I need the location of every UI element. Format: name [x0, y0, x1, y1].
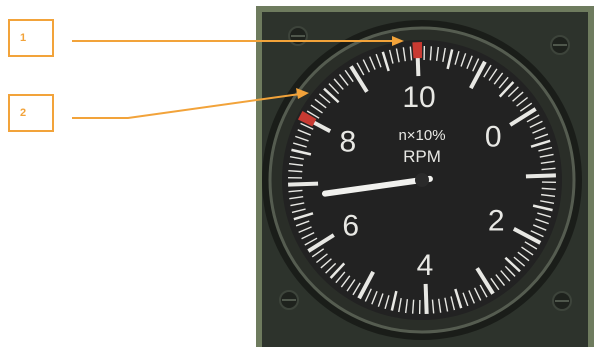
gauge-figure: 0 2 4 6 8 10 n×10% RPM: [72, 6, 594, 347]
tick-mark: [411, 299, 415, 314]
needle-hub: [415, 173, 429, 187]
gauge-caption-top: n×10%: [398, 127, 445, 144]
scale-label: 0: [485, 120, 502, 153]
scale-label: 4: [417, 249, 434, 282]
scale-label: 2: [488, 204, 505, 237]
tick-mark: [541, 187, 556, 191]
tick-mark: [429, 46, 433, 61]
tick-mark: [288, 169, 303, 173]
tick-mark: [525, 173, 556, 179]
tick-mark: [423, 283, 429, 314]
scale-label: 8: [339, 126, 356, 159]
gauge-caption-bottom: RPM: [403, 147, 441, 166]
red-limit-marker: [412, 42, 423, 59]
tick-mark: [288, 181, 319, 187]
scale-label: 6: [342, 210, 359, 243]
scale-label: 10: [402, 81, 435, 114]
diagram-stage: 1 2 0 2 4 6 8 10 n×10% RPM: [0, 0, 594, 347]
